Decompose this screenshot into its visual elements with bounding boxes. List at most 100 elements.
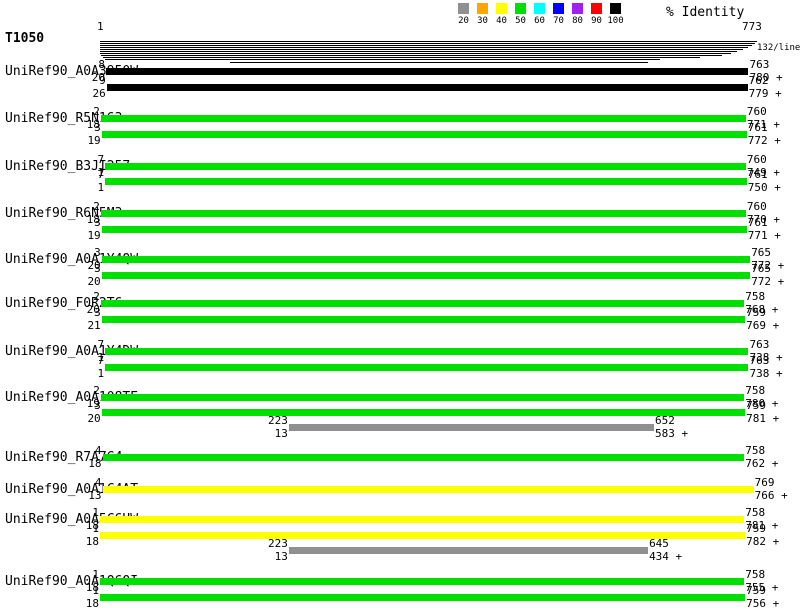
- alignment-bar: [105, 348, 748, 355]
- query-start-coord: 3: [60, 123, 101, 133]
- hit-start-coord: 18: [61, 459, 102, 469]
- query-start-coord: 2: [59, 292, 100, 302]
- ruler-hatch-line: [101, 55, 722, 56]
- legend-pct-value: 80: [568, 16, 587, 26]
- query-start-coord: 3: [60, 248, 101, 258]
- hit-end-coord-and-strand: 772 +: [751, 277, 784, 287]
- legend-color-swatch: [534, 3, 545, 14]
- hit-start-coord: 1: [63, 183, 104, 193]
- legend-color-swatch: [610, 3, 621, 14]
- hit-end-coord-and-strand: 779 +: [749, 89, 782, 99]
- legend-color-swatch: [458, 3, 469, 14]
- legend-title: % Identity: [666, 5, 744, 20]
- query-start-coord: 3: [60, 218, 101, 228]
- query-start-coord: 2: [59, 107, 100, 117]
- query-start-coord: 7: [63, 155, 104, 165]
- ruler-hatch-line: [230, 62, 648, 63]
- hit-end-coord-and-strand: 583 +: [655, 429, 688, 439]
- query-end-coord: 761: [748, 123, 768, 133]
- ruler-hatch-line: [100, 53, 731, 54]
- query-end-coord: 763: [749, 340, 769, 350]
- query-end-coord: 758: [745, 386, 765, 396]
- query-end-coord: 765: [751, 248, 771, 258]
- ruler-hatch-line: [100, 49, 743, 50]
- query-end-coord: 765: [751, 264, 771, 274]
- alignment-bar: [106, 68, 749, 75]
- hit-start-coord: 13: [61, 491, 102, 501]
- query-end-coord: 761: [748, 170, 768, 180]
- alignment-bar: [103, 486, 754, 493]
- query-start-coord: 4: [61, 446, 102, 456]
- query-end-coord: 758: [745, 508, 765, 518]
- query-start-coord: 223: [247, 539, 288, 549]
- legend-color-swatch: [477, 3, 488, 14]
- hit-start-coord: 20: [60, 414, 101, 424]
- alignment-bar: [102, 226, 747, 233]
- query-end-coord: 759: [746, 586, 766, 596]
- alignment-bar: [289, 547, 648, 554]
- alignment-bar: [102, 272, 750, 279]
- hit-end-coord-and-strand: 766 +: [755, 491, 788, 501]
- query-start-coord: 1: [58, 570, 99, 580]
- query-start-coord: 1: [58, 508, 99, 518]
- query-end-coord: 760: [747, 202, 767, 212]
- query-start-coord: 3: [60, 308, 101, 318]
- legend-pct-value: 90: [587, 16, 606, 26]
- query-start-tick: 1: [97, 20, 104, 33]
- alignment-bar: [103, 454, 745, 461]
- hit-start-coord: 21: [60, 321, 101, 331]
- ruler-hatch-line: [100, 45, 752, 46]
- query-start-coord: 2: [59, 386, 100, 396]
- legend-color-swatch: [496, 3, 507, 14]
- query-end-coord: 759: [746, 524, 766, 534]
- query-start-coord: 9: [65, 76, 106, 86]
- legend-pct-value: 70: [549, 16, 568, 26]
- target-title: T1050: [5, 31, 44, 46]
- legend-pct-value: 20: [454, 16, 473, 26]
- hit-end-coord-and-strand: 750 +: [748, 183, 781, 193]
- alignment-hit-map: T1050 % Identity 2030405060708090100 1 7…: [0, 0, 800, 600]
- query-end-coord: 645: [649, 539, 669, 549]
- ruler-hatch-line: [103, 57, 700, 58]
- query-end-coord: 763: [749, 60, 769, 70]
- hit-end-coord-and-strand: 782 +: [746, 537, 779, 547]
- legend-color-swatch: [591, 3, 602, 14]
- hit-start-coord: 20: [60, 277, 101, 287]
- query-end-coord: 759: [746, 308, 766, 318]
- ruler-hatch-line: [100, 51, 737, 52]
- query-start-coord: 7: [63, 340, 104, 350]
- hit-start-coord: 13: [247, 429, 288, 439]
- ruler-hatch-line: [105, 59, 660, 60]
- query-end-coord: 760: [747, 107, 767, 117]
- hit-end-coord-and-strand: 769 +: [746, 321, 779, 331]
- hit-start-coord: 19: [60, 136, 101, 146]
- ruler-hatch-line: [100, 43, 755, 44]
- hit-end-coord-and-strand: 756 +: [746, 599, 779, 609]
- alignment-bar: [105, 364, 748, 371]
- query-start-coord: 4: [61, 478, 102, 488]
- legend-color-swatch: [553, 3, 564, 14]
- hit-start-coord: 13: [247, 552, 288, 562]
- wrap-per-line-label: 132/line: [757, 43, 800, 53]
- query-end-coord: 759: [746, 401, 766, 411]
- alignment-bar: [105, 178, 747, 185]
- query-start-coord: 1: [58, 586, 99, 596]
- legend-color-swatch: [515, 3, 526, 14]
- hit-end-coord-and-strand: 738 +: [749, 369, 782, 379]
- query-end-coord: 761: [748, 218, 768, 228]
- alignment-bar: [100, 516, 744, 523]
- hit-start-coord: 19: [60, 231, 101, 241]
- hit-start-coord: 18: [58, 599, 99, 609]
- alignment-bar: [101, 210, 746, 217]
- query-end-coord: 760: [747, 155, 767, 165]
- query-end-coord: 769: [755, 478, 775, 488]
- alignment-bar: [101, 394, 744, 401]
- hit-end-coord-and-strand: 434 +: [649, 552, 682, 562]
- alignment-bar: [100, 578, 744, 585]
- query-start-coord: 3: [60, 401, 101, 411]
- query-end-coord: 758: [745, 570, 765, 580]
- hit-end-coord-and-strand: 781 +: [746, 414, 779, 424]
- query-end-coord: 758: [745, 292, 765, 302]
- legend-pct-value: 30: [473, 16, 492, 26]
- query-end-coord: 763: [749, 356, 769, 366]
